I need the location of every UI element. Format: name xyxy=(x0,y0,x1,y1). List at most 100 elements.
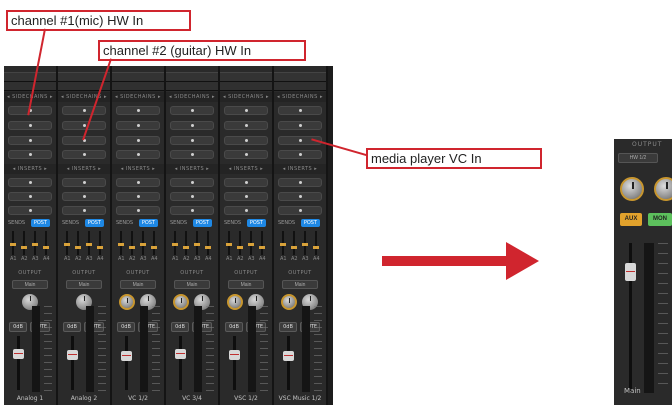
inserts-header[interactable]: ◂ INSERTS ▸ xyxy=(4,164,56,174)
sidechains-header[interactable]: ◂ SIDECHAINS ▸ xyxy=(220,92,272,102)
fader-handle[interactable] xyxy=(175,349,186,359)
insert-slot[interactable] xyxy=(62,206,106,215)
aux-send-fader[interactable] xyxy=(248,231,254,255)
send-fader-handle[interactable] xyxy=(43,246,49,249)
sidechains-header[interactable]: ◂ SIDECHAINS ▸ xyxy=(166,92,218,102)
mon-button[interactable]: MON xyxy=(648,213,672,226)
sidechain-slot[interactable] xyxy=(224,121,268,130)
zero-db-button[interactable]: 0dB xyxy=(171,322,189,332)
send-fader-handle[interactable] xyxy=(183,246,189,249)
inserts-header[interactable]: ◂ INSERTS ▸ xyxy=(112,164,164,174)
sidechain-slot[interactable] xyxy=(278,121,322,130)
output-select[interactable]: HW 1/2 xyxy=(618,153,658,163)
send-fader-handle[interactable] xyxy=(237,246,243,249)
sidechain-slot[interactable] xyxy=(62,150,106,159)
send-fader-handle[interactable] xyxy=(172,243,178,246)
send-fader-handle[interactable] xyxy=(205,246,211,249)
insert-slot[interactable] xyxy=(116,178,160,187)
fader-handle[interactable] xyxy=(283,351,294,361)
fader-handle[interactable] xyxy=(229,350,240,360)
sidechains-header[interactable]: ◂ SIDECHAINS ▸ xyxy=(274,92,326,102)
post-badge[interactable]: POST xyxy=(30,219,50,227)
insert-slot[interactable] xyxy=(278,192,322,201)
post-badge[interactable]: POST xyxy=(84,219,104,227)
post-badge[interactable]: POST xyxy=(300,219,320,227)
send-fader-handle[interactable] xyxy=(151,246,157,249)
zero-db-button[interactable]: 0dB xyxy=(225,322,243,332)
aux-send-fader[interactable] xyxy=(86,231,92,255)
insert-slot[interactable] xyxy=(8,206,52,215)
output-select[interactable]: Main xyxy=(12,280,48,289)
post-badge[interactable]: POST xyxy=(192,219,212,227)
aux-send-fader[interactable] xyxy=(151,231,157,255)
sidechain-slot[interactable] xyxy=(62,106,106,115)
zero-db-button[interactable]: 0dB xyxy=(9,322,27,332)
inserts-header[interactable]: ◂ INSERTS ▸ xyxy=(58,164,110,174)
aux-send-fader[interactable] xyxy=(302,231,308,255)
send-fader-handle[interactable] xyxy=(226,243,232,246)
sidechain-slot[interactable] xyxy=(116,150,160,159)
aux-send-fader[interactable] xyxy=(226,231,232,255)
insert-slot[interactable] xyxy=(8,178,52,187)
fader-handle[interactable] xyxy=(67,350,78,360)
fader-handle[interactable] xyxy=(625,263,636,281)
fader-handle[interactable] xyxy=(121,351,132,361)
send-fader-handle[interactable] xyxy=(32,243,38,246)
sidechain-slot[interactable] xyxy=(278,150,322,159)
send-fader-handle[interactable] xyxy=(97,246,103,249)
insert-slot[interactable] xyxy=(170,192,214,201)
insert-slot[interactable] xyxy=(224,192,268,201)
aux-send-fader[interactable] xyxy=(313,231,319,255)
output-select[interactable]: Main xyxy=(66,280,102,289)
aux-send-fader[interactable] xyxy=(194,231,200,255)
aux-send-fader[interactable] xyxy=(259,231,265,255)
aux-send-fader[interactable] xyxy=(129,231,135,255)
insert-slot[interactable] xyxy=(224,178,268,187)
send-fader-handle[interactable] xyxy=(75,246,81,249)
zero-db-button[interactable]: 0dB xyxy=(63,322,81,332)
aux-send-fader[interactable] xyxy=(97,231,103,255)
sidechain-slot[interactable] xyxy=(224,150,268,159)
sidechain-slot[interactable] xyxy=(224,106,268,115)
sidechain-slot[interactable] xyxy=(8,121,52,130)
aux-button[interactable]: AUX xyxy=(620,213,642,226)
knob-left[interactable] xyxy=(620,177,644,201)
insert-slot[interactable] xyxy=(8,192,52,201)
aux-send-fader[interactable] xyxy=(10,231,16,255)
send-fader-handle[interactable] xyxy=(129,246,135,249)
output-select[interactable]: Main xyxy=(120,280,156,289)
aux-send-fader[interactable] xyxy=(172,231,178,255)
gain-knob[interactable] xyxy=(281,294,297,310)
sidechain-slot[interactable] xyxy=(278,106,322,115)
sidechain-slot[interactable] xyxy=(116,136,160,145)
send-fader-handle[interactable] xyxy=(248,243,254,246)
send-fader-handle[interactable] xyxy=(118,243,124,246)
send-fader-handle[interactable] xyxy=(259,246,265,249)
send-fader-handle[interactable] xyxy=(140,243,146,246)
sidechains-header[interactable]: ◂ SIDECHAINS ▸ xyxy=(58,92,110,102)
insert-slot[interactable] xyxy=(278,178,322,187)
aux-send-fader[interactable] xyxy=(32,231,38,255)
sidechain-slot[interactable] xyxy=(62,121,106,130)
sidechain-slot[interactable] xyxy=(8,150,52,159)
send-fader-handle[interactable] xyxy=(302,243,308,246)
aux-send-fader[interactable] xyxy=(140,231,146,255)
sidechain-slot[interactable] xyxy=(170,150,214,159)
inserts-header[interactable]: ◂ INSERTS ▸ xyxy=(274,164,326,174)
aux-send-fader[interactable] xyxy=(205,231,211,255)
gain-knob[interactable] xyxy=(227,294,243,310)
insert-slot[interactable] xyxy=(224,206,268,215)
aux-send-fader[interactable] xyxy=(21,231,27,255)
sidechain-slot[interactable] xyxy=(170,106,214,115)
send-fader-handle[interactable] xyxy=(313,246,319,249)
insert-slot[interactable] xyxy=(170,178,214,187)
send-fader-handle[interactable] xyxy=(21,246,27,249)
aux-send-fader[interactable] xyxy=(183,231,189,255)
fader-handle[interactable] xyxy=(13,349,24,359)
gain-knob[interactable] xyxy=(173,294,189,310)
insert-slot[interactable] xyxy=(62,178,106,187)
send-fader-handle[interactable] xyxy=(64,243,70,246)
insert-slot[interactable] xyxy=(116,206,160,215)
aux-send-fader[interactable] xyxy=(75,231,81,255)
knob-right[interactable] xyxy=(654,177,672,201)
